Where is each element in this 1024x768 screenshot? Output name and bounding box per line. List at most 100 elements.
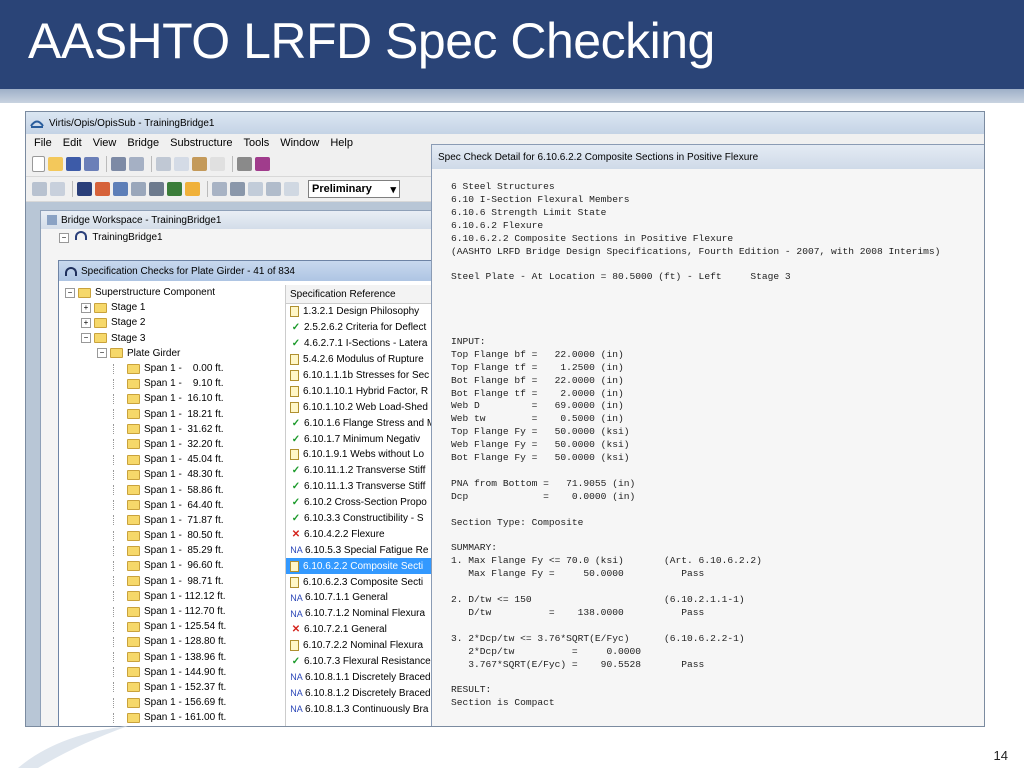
tree-item[interactable]: Span 1 - 128.80 ft. [65,634,285,649]
tree-item[interactable]: Span 1 - 152.37 ft. [65,680,285,695]
table-icon[interactable] [113,182,128,196]
tree-item[interactable]: Span 1 - 48.30 ft. [65,467,285,482]
pass-check-icon: ✓ [291,481,301,493]
not-applicable-icon: NA [290,608,303,619]
paste-icon[interactable] [192,157,207,171]
menu-item-tools[interactable]: Tools [244,137,270,149]
menu-item-window[interactable]: Window [280,137,319,149]
spec-reference-label: 6.10.1.1.1b Stresses for Sec [303,370,430,381]
save-file-icon[interactable] [77,182,92,196]
tree-item[interactable]: Span 1 - 64.40 ft. [65,498,285,513]
hammer-icon[interactable] [230,182,245,196]
folder-icon [127,363,140,374]
tree-item[interactable]: Span 1 - 138.96 ft. [65,650,285,665]
pass-check-icon: ✓ [291,322,301,334]
flag-icon[interactable] [167,182,182,196]
find-icon[interactable] [131,182,146,196]
tree-item-label: Span 1 - 96.60 ft. [144,560,224,572]
tree-item[interactable]: Span 1 - 31.62 ft. [65,422,285,437]
tree-item[interactable]: Span 1 - 0.00 ft. [65,361,285,376]
copy-icon[interactable] [174,157,189,171]
analysis-mode-dropdown[interactable]: Preliminary ▾ [308,180,400,198]
tree-item[interactable]: − Plate Girder [65,346,285,361]
bridge-icon[interactable] [111,157,126,171]
expander-icon[interactable]: + [81,302,91,313]
save-all-icon[interactable] [84,157,99,171]
tree-item-label: Span 1 - 138.96 ft. [144,651,227,663]
tree-item[interactable]: − Stage 3 [65,331,285,346]
tree-item[interactable]: + Stage 2 [65,315,285,330]
tree-item[interactable]: + Stage 1 [65,300,285,315]
expander-icon[interactable]: − [65,287,75,298]
expander-icon[interactable]: + [81,317,91,328]
expander-icon[interactable]: − [81,333,91,344]
pass-check-icon: ✓ [291,513,301,525]
tree-item[interactable]: Span 1 - 58.86 ft. [65,482,285,497]
check-out-icon[interactable] [129,157,144,171]
copy-doc-icon[interactable] [284,182,299,196]
tree-item[interactable]: Span 1 - 156.69 ft. [65,695,285,710]
tree-item[interactable]: Span 1 - 80.50 ft. [65,528,285,543]
tree-item[interactable]: Span 1 - 32.20 ft. [65,437,285,452]
print-icon[interactable] [237,157,252,171]
spec-reference-label: 1.3.2.1 Design Philosophy [303,306,420,318]
report-icon[interactable] [50,182,65,196]
run-icon[interactable] [185,182,200,196]
tree-item[interactable]: Span 1 - 85.29 ft. [65,543,285,558]
tree-item[interactable]: Span 1 - 9.10 ft. [65,376,285,391]
workspace-tree-root[interactable]: − TrainingBridge1 [41,229,481,243]
menu-item-bridge[interactable]: Bridge [127,137,159,149]
tree-item[interactable]: Span 1 - 98.71 ft. [65,574,285,589]
menu-item-edit[interactable]: Edit [63,137,82,149]
clipboard-icon[interactable] [266,182,281,196]
fail-cross-icon: ✕ [291,624,301,636]
not-applicable-icon: NA [290,545,303,556]
tree-item[interactable]: Span 1 - 112.70 ft. [65,604,285,619]
save-icon[interactable] [66,157,81,171]
new-icon[interactable] [32,156,45,172]
tree-item-label: Span 1 - 152.37 ft. [144,681,227,693]
tree-item[interactable]: Span 1 - 45.04 ft. [65,452,285,467]
menu-item-view[interactable]: View [93,137,117,149]
binoculars-icon[interactable] [149,182,164,196]
workspace-root-label: TrainingBridge1 [92,232,163,243]
menu-item-substructure[interactable]: Substructure [170,137,232,149]
library-icon[interactable] [255,157,270,171]
folder-icon [127,606,140,617]
notes-icon[interactable] [248,182,263,196]
properties-icon[interactable] [32,182,47,196]
tree-item-label: Plate Girder [127,347,181,359]
spec-reference-label: 6.10.4.2.2 Flexure [304,528,385,540]
tree-item[interactable]: Span 1 - 18.21 ft. [65,407,285,422]
tree-line-icon [113,712,124,723]
tree-item-label: Span 1 - 112.70 ft. [144,606,226,618]
tool-icon[interactable] [212,182,227,196]
menu-item-file[interactable]: File [34,137,52,149]
tree-item-label: Span 1 - 125.54 ft. [144,621,227,633]
tree-item[interactable]: − Superstructure Component [65,285,285,300]
tree-item[interactable]: Span 1 - 125.54 ft. [65,619,285,634]
folder-icon [127,591,140,602]
open-folder-icon[interactable] [48,157,63,171]
expander-icon[interactable]: − [97,348,107,359]
document-icon [290,560,299,572]
tree-item-label: Span 1 - 0.00 ft. [144,363,224,375]
tree-item-label: Span 1 - 144.90 ft. [144,666,227,678]
tree-item[interactable]: Span 1 - 112.12 ft. [65,589,285,604]
tree-item[interactable]: Span 1 - 71.87 ft. [65,513,285,528]
tree-item-label: Stage 1 [111,302,146,314]
tree-item-label: Stage 3 [111,332,146,344]
cut-icon[interactable] [156,157,171,171]
document-icon [290,370,299,381]
delete-icon[interactable] [210,157,225,171]
tree-item-label: Span 1 - 58.86 ft. [144,484,224,496]
spec-reference-label: 6.10.8.1.1 Discretely Braced [305,671,431,683]
menu-item-help[interactable]: Help [330,137,353,149]
spec-reference-label: 6.10.7.2.1 General [304,624,387,636]
tree-item[interactable]: Span 1 - 144.90 ft. [65,665,285,680]
tree-item[interactable]: Span 1 - 16.10 ft. [65,391,285,406]
folder-icon [127,424,140,435]
tree-item[interactable]: Span 1 - 96.60 ft. [65,558,285,573]
collapse-icon[interactable]: − [59,233,69,243]
grid-icon[interactable] [95,182,110,196]
